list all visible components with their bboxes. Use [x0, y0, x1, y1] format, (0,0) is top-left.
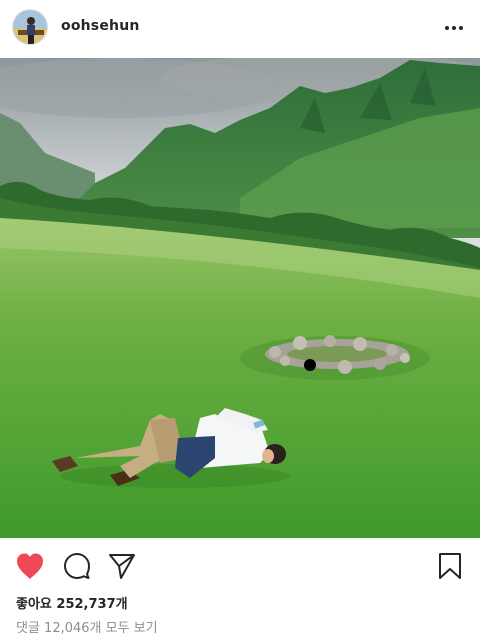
post-header: oohsehun	[0, 0, 480, 58]
like-button[interactable]	[14, 550, 46, 582]
view-all-comments-link[interactable]: 댓글 12,046개 모두 보기	[16, 617, 158, 636]
avatar[interactable]	[12, 9, 48, 45]
like-count[interactable]: 좋아요 252,737개	[16, 593, 128, 612]
post-photo[interactable]	[0, 58, 480, 538]
comment-bubble-icon	[64, 553, 90, 579]
more-options-button[interactable]	[440, 14, 468, 42]
username[interactable]: oohsehun	[61, 18, 140, 34]
bookmark-icon	[439, 553, 461, 579]
send-paper-plane-icon	[109, 554, 135, 579]
share-button[interactable]	[106, 550, 138, 582]
action-bar	[0, 540, 480, 592]
heart-icon	[17, 553, 43, 579]
comment-button[interactable]	[61, 550, 93, 582]
save-button[interactable]	[434, 550, 466, 582]
more-horizontal-icon	[445, 26, 463, 30]
